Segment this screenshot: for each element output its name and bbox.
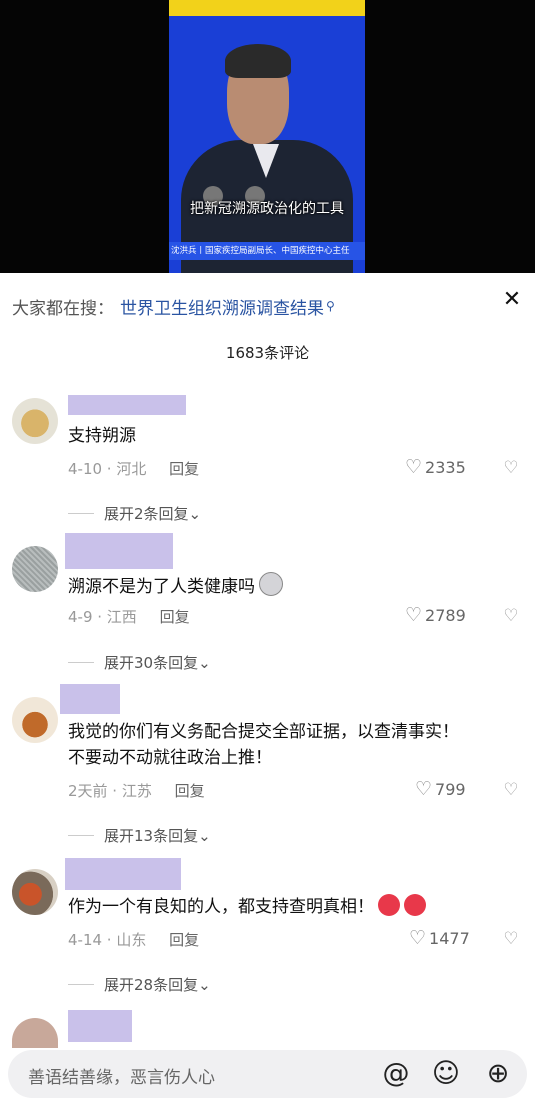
reply-button[interactable]: 回复 [160,608,190,626]
chevron-down-icon: ⌄ [198,654,211,672]
dislike-icon[interactable]: ♡ [501,606,521,626]
avatar[interactable] [12,697,58,743]
comment-text-line: 作为一个有良知的人，都支持查明真相！ [68,897,374,917]
chevron-down-icon: ⌄ [198,827,211,845]
username-redacted[interactable] [65,858,181,890]
comment-input[interactable]: 善语结善缘，恶言伤人心 [28,1063,215,1088]
add-icon[interactable]: ⊕ [482,1058,514,1090]
comment-meta: 4-10 · 河北 回复 [68,458,199,479]
dislike-icon[interactable]: ♡ [501,929,521,949]
comment-date-location: 4-10 · 河北 [68,460,147,478]
dislike-icon[interactable]: ♡ [501,780,521,800]
avatar[interactable] [12,869,58,915]
username-redacted[interactable] [60,684,120,714]
like-button[interactable]: ♡ 2789 [405,604,466,626]
like-count: 1477 [429,928,470,948]
comment-text: 支持朔源 [68,423,523,449]
comment-date-location: 4-9 · 江西 [68,608,137,626]
chevron-down-icon: ⌄ [188,505,202,523]
close-icon[interactable]: ✕ [500,288,524,312]
search-suggestion: 大家都在搜： 世界卫生组织溯源调查结果 ⚲ [12,292,335,320]
username-redacted[interactable] [68,1010,132,1042]
comment-text: 我觉的你们有义务配合提交全部证据，以查清事实！ 不要动不动就往政治上推！ [68,719,523,771]
reply-button[interactable]: 回复 [169,460,199,478]
heart-icon: ♡ [405,604,423,626]
angry-emoji-icon [404,894,426,916]
comment-date-location: 2天前 · 江苏 [68,782,152,800]
expand-replies-label: 展开28条回复 [104,976,199,994]
heart-icon: ♡ [415,778,433,800]
chevron-down-icon: ⌄ [198,976,211,994]
video-player[interactable]: 把新冠溯源政治化的工具 沈洪兵丨国家疾控局副局长、中国疾控中心主任 [0,0,535,273]
mention-icon[interactable]: @ [380,1058,412,1090]
comment-meta: 4-14 · 山东 回复 [68,929,199,950]
like-button[interactable]: ♡ 799 [415,778,466,800]
avatar[interactable] [12,398,58,444]
heart-icon: ♡ [409,927,427,949]
video-frame: 把新冠溯源政治化的工具 沈洪兵丨国家疾控局副局长、中国疾控中心主任 [169,0,365,273]
divider-line [68,984,94,985]
search-suggestion-link[interactable]: 世界卫生组织溯源调查结果 [120,294,324,319]
dislike-icon[interactable]: ♡ [501,458,521,478]
cat-emoji-icon [259,572,283,596]
divider-line [68,662,94,663]
search-label: 大家都在搜： [12,298,114,319]
comment-text: 溯源不是为了人类健康吗 [68,572,523,600]
divider-line [68,835,94,836]
comment-text-line: 支持朔源 [68,426,136,446]
heart-icon: ♡ [405,456,423,478]
comment-text-line: 不要动不动就往政治上推！ [68,748,272,768]
video-subtitle: 把新冠溯源政治化的工具 [190,201,344,217]
comment-count: 1683条评论 [225,344,310,362]
like-count: 2335 [425,457,466,477]
comment-text-line: 溯源不是为了人类健康吗 [68,577,255,597]
expand-replies-label: 展开13条回复 [104,827,199,845]
like-count: 2789 [425,605,466,625]
video-lower-third: 沈洪兵丨国家疾控局副局长、中国疾控中心主任 [169,242,365,260]
comment-input-bar: 善语结善缘，恶言伤人心 @ ☺ ⊕ [8,1050,527,1098]
speaker-hair [225,44,291,78]
like-button[interactable]: ♡ 1477 [409,927,470,949]
reply-button[interactable]: 回复 [169,931,199,949]
avatar[interactable] [12,546,58,592]
divider-line [68,513,94,514]
comment-meta: 4-9 · 江西 回复 [68,606,190,627]
like-count: 799 [435,779,466,799]
video-top-banner [169,0,365,16]
username-redacted[interactable] [65,533,173,569]
angry-emoji-icon [378,894,400,916]
like-button[interactable]: ♡ 2335 [405,456,466,478]
comment-meta: 2天前 · 江苏 回复 [68,780,205,801]
search-icon[interactable]: ⚲ [326,299,335,313]
comment-text: 作为一个有良知的人，都支持查明真相！ [68,894,523,920]
avatar[interactable] [12,1018,58,1048]
comment-text-line: 我觉的你们有义务配合提交全部证据，以查清事实！ [68,722,459,742]
expand-replies-label: 展开30条回复 [104,654,199,672]
username-redacted[interactable] [68,395,186,415]
expand-replies-label: 展开2条回复 [104,505,189,523]
reply-button[interactable]: 回复 [175,782,205,800]
comment-date-location: 4-14 · 山东 [68,931,147,949]
emoji-icon[interactable]: ☺ [430,1058,462,1090]
